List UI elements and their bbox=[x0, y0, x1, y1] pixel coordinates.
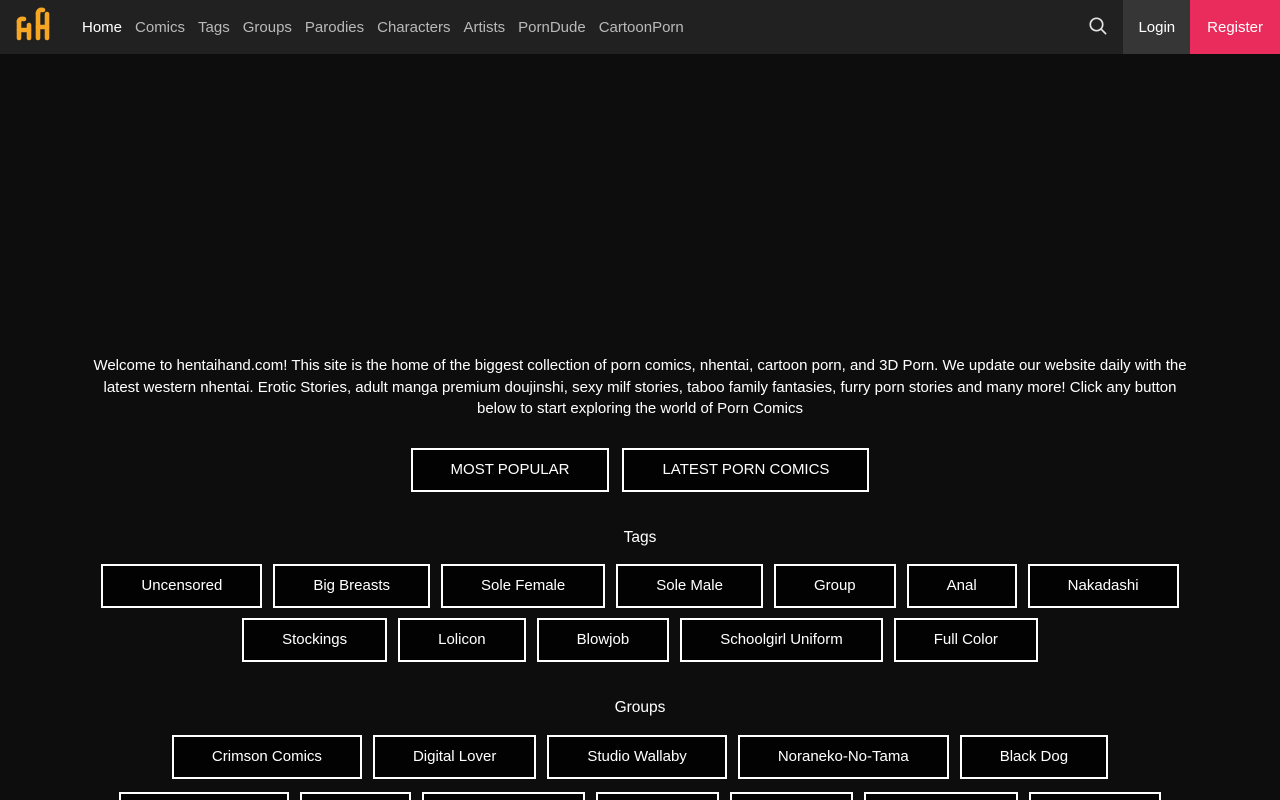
tag-button-full-color[interactable]: Full Color bbox=[893, 617, 1038, 662]
latest-porn-comics-button[interactable]: LATEST PORN COMICS bbox=[622, 447, 870, 492]
group-button-studio-wallaby[interactable]: Studio Wallaby bbox=[547, 734, 727, 779]
welcome-text: Welcome to hentaihand.com! This site is … bbox=[93, 357, 1187, 417]
nav-item-comics[interactable]: Comics bbox=[135, 19, 185, 36]
group-button-crimson-comics[interactable]: Crimson Comics bbox=[171, 734, 362, 779]
search-button[interactable] bbox=[1087, 15, 1109, 40]
groups-heading: Groups bbox=[614, 698, 666, 716]
group-button[interactable] bbox=[864, 791, 1018, 800]
tag-button-sole-male[interactable]: Sole Male bbox=[616, 563, 763, 608]
site-logo[interactable] bbox=[13, 6, 51, 49]
group-button[interactable] bbox=[1029, 791, 1161, 800]
tag-button-blowjob[interactable]: Blowjob bbox=[536, 617, 670, 662]
top-navbar: Home Comics Tags Groups Parodies Charact… bbox=[0, 0, 1280, 54]
tag-button-uncensored[interactable]: Uncensored bbox=[101, 563, 263, 608]
group-button[interactable] bbox=[300, 791, 411, 800]
search-icon bbox=[1087, 15, 1109, 40]
most-popular-button[interactable]: MOST POPULAR bbox=[410, 447, 610, 492]
tags-heading: Tags bbox=[623, 528, 657, 546]
nav-links: Home Comics Tags Groups Parodies Charact… bbox=[82, 19, 684, 36]
group-button[interactable] bbox=[730, 791, 853, 800]
login-button[interactable]: Login bbox=[1123, 0, 1191, 54]
tag-button-anal[interactable]: Anal bbox=[906, 563, 1017, 608]
tags-row-1: Uncensored Big Breasts Sole Female Sole … bbox=[0, 563, 1280, 608]
nav-item-groups[interactable]: Groups bbox=[243, 19, 292, 36]
nav-item-tags[interactable]: Tags bbox=[198, 19, 230, 36]
group-button[interactable] bbox=[596, 791, 719, 800]
nav-item-artists[interactable]: Artists bbox=[463, 19, 505, 36]
group-button-digital-lover[interactable]: Digital Lover bbox=[372, 734, 537, 779]
hentaihand-logo-icon bbox=[13, 6, 51, 49]
tag-button-sole-female[interactable]: Sole Female bbox=[441, 563, 606, 608]
group-button[interactable] bbox=[119, 791, 289, 800]
tag-button-group[interactable]: Group bbox=[773, 563, 896, 608]
tag-button-nakadashi[interactable]: Nakadashi bbox=[1027, 563, 1179, 608]
group-button[interactable] bbox=[422, 791, 585, 800]
tag-button-lolicon[interactable]: Lolicon bbox=[398, 617, 526, 662]
group-button-noraneko-no-tama[interactable]: Noraneko-No-Tama bbox=[737, 734, 949, 779]
tag-button-stockings[interactable]: Stockings bbox=[242, 617, 388, 662]
nav-item-parodies[interactable]: Parodies bbox=[305, 19, 364, 36]
cta-row: MOST POPULAR LATEST PORN COMICS bbox=[0, 447, 1280, 492]
tag-button-schoolgirl-uniform[interactable]: Schoolgirl Uniform bbox=[680, 617, 883, 662]
groups-row-2 bbox=[0, 791, 1280, 800]
nav-item-characters[interactable]: Characters bbox=[377, 19, 450, 36]
nav-item-porndude[interactable]: PornDude bbox=[518, 19, 586, 36]
groups-row-1: Crimson Comics Digital Lover Studio Wall… bbox=[0, 734, 1280, 779]
nav-item-cartoonporn[interactable]: CartoonPorn bbox=[599, 19, 684, 36]
register-button[interactable]: Register bbox=[1190, 0, 1280, 54]
tag-button-big-breasts[interactable]: Big Breasts bbox=[273, 563, 431, 608]
nav-item-home[interactable]: Home bbox=[82, 19, 122, 36]
group-button-black-dog[interactable]: Black Dog bbox=[959, 734, 1109, 779]
navbar-right: Login Register bbox=[1087, 0, 1280, 54]
tags-row-2: Stockings Lolicon Blowjob Schoolgirl Uni… bbox=[0, 617, 1280, 662]
